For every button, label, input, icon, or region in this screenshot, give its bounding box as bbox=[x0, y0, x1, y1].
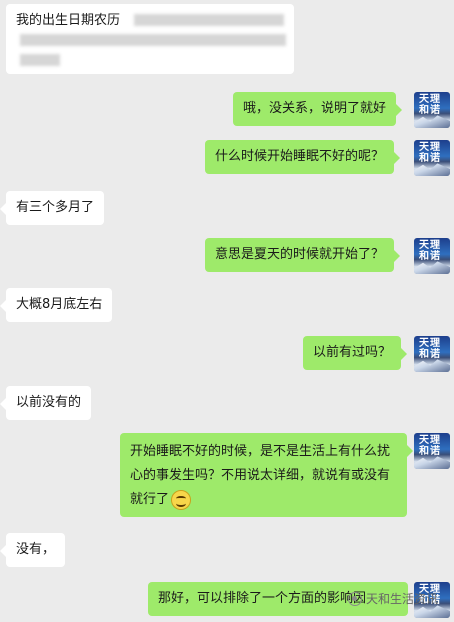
message-text: 以前有过吗？ bbox=[313, 345, 392, 360]
message-text: 我的出生日期农历 bbox=[16, 13, 121, 28]
message-bubble-outgoing: 以前有过吗？ bbox=[303, 336, 408, 370]
message-bubble-outgoing: 开始睡眠不好的时候，是不是生活上有什么扰心的事发生吗？不用说太详细，就说有或没有… bbox=[120, 433, 413, 517]
message-text: 大概8月底左右 bbox=[16, 297, 103, 312]
message-bubble-incoming: 以前没有的 bbox=[0, 386, 92, 420]
blurred-content bbox=[134, 14, 284, 26]
mountain-icon bbox=[414, 359, 450, 372]
avatar[interactable]: 天理 和诺 bbox=[414, 140, 450, 176]
avatar[interactable]: 天理 和诺 bbox=[414, 433, 450, 469]
message-text: 哦，没关系，说明了就好 bbox=[243, 101, 387, 116]
message-text: 开始睡眠不好的时候，是不是生活上有什么扰心的事发生吗？不用说太详细，就说有或没有… bbox=[130, 444, 391, 507]
avatar-logo-text: 天理 和诺 bbox=[419, 240, 441, 262]
message-bubble-outgoing: 意思是夏天的时候就开始了？ bbox=[205, 238, 401, 272]
mountain-icon bbox=[414, 456, 450, 469]
message-bubble-incoming: 没有， bbox=[0, 533, 66, 567]
message-bubble-incoming: 大概8月底左右 bbox=[0, 288, 113, 322]
avatar-logo-text: 天理 和诺 bbox=[419, 142, 441, 164]
message-text: 那好，可以排除了一个方面的影响因 bbox=[158, 591, 367, 606]
blurred-content bbox=[20, 54, 60, 66]
wechat-official-icon bbox=[348, 591, 362, 606]
smile-emoji-icon bbox=[171, 489, 192, 510]
message-text: 没有， bbox=[16, 542, 56, 557]
avatar[interactable]: 天理 和诺 bbox=[414, 238, 450, 274]
watermark: 天和生活资讯 bbox=[348, 590, 438, 607]
avatar-logo-text: 天理 和诺 bbox=[419, 338, 441, 360]
message-text: 有三个多月了 bbox=[16, 200, 95, 215]
mountain-icon bbox=[414, 115, 450, 128]
message-text: 意思是夏天的时候就开始了？ bbox=[215, 247, 385, 262]
message-text: 什么时候开始睡眠不好的呢？ bbox=[215, 149, 385, 164]
mountain-icon bbox=[414, 163, 450, 176]
message-bubble-outgoing: 什么时候开始睡眠不好的呢？ bbox=[205, 140, 401, 174]
message-bubble-incoming: 有三个多月了 bbox=[0, 191, 105, 225]
avatar-logo-text: 天理 和诺 bbox=[419, 94, 441, 116]
avatar[interactable]: 天理 和诺 bbox=[414, 92, 450, 128]
blurred-content bbox=[20, 34, 286, 46]
message-bubble-incoming: 我的出生日期农历 bbox=[6, 4, 294, 74]
avatar[interactable]: 天理 和诺 bbox=[414, 336, 450, 372]
watermark-text: 天和生活资讯 bbox=[366, 592, 439, 606]
avatar-logo-text: 天理 和诺 bbox=[419, 435, 441, 457]
message-text: 以前没有的 bbox=[16, 395, 82, 410]
message-bubble-outgoing: 哦，没关系，说明了就好 bbox=[233, 92, 403, 126]
mountain-icon bbox=[414, 261, 450, 274]
